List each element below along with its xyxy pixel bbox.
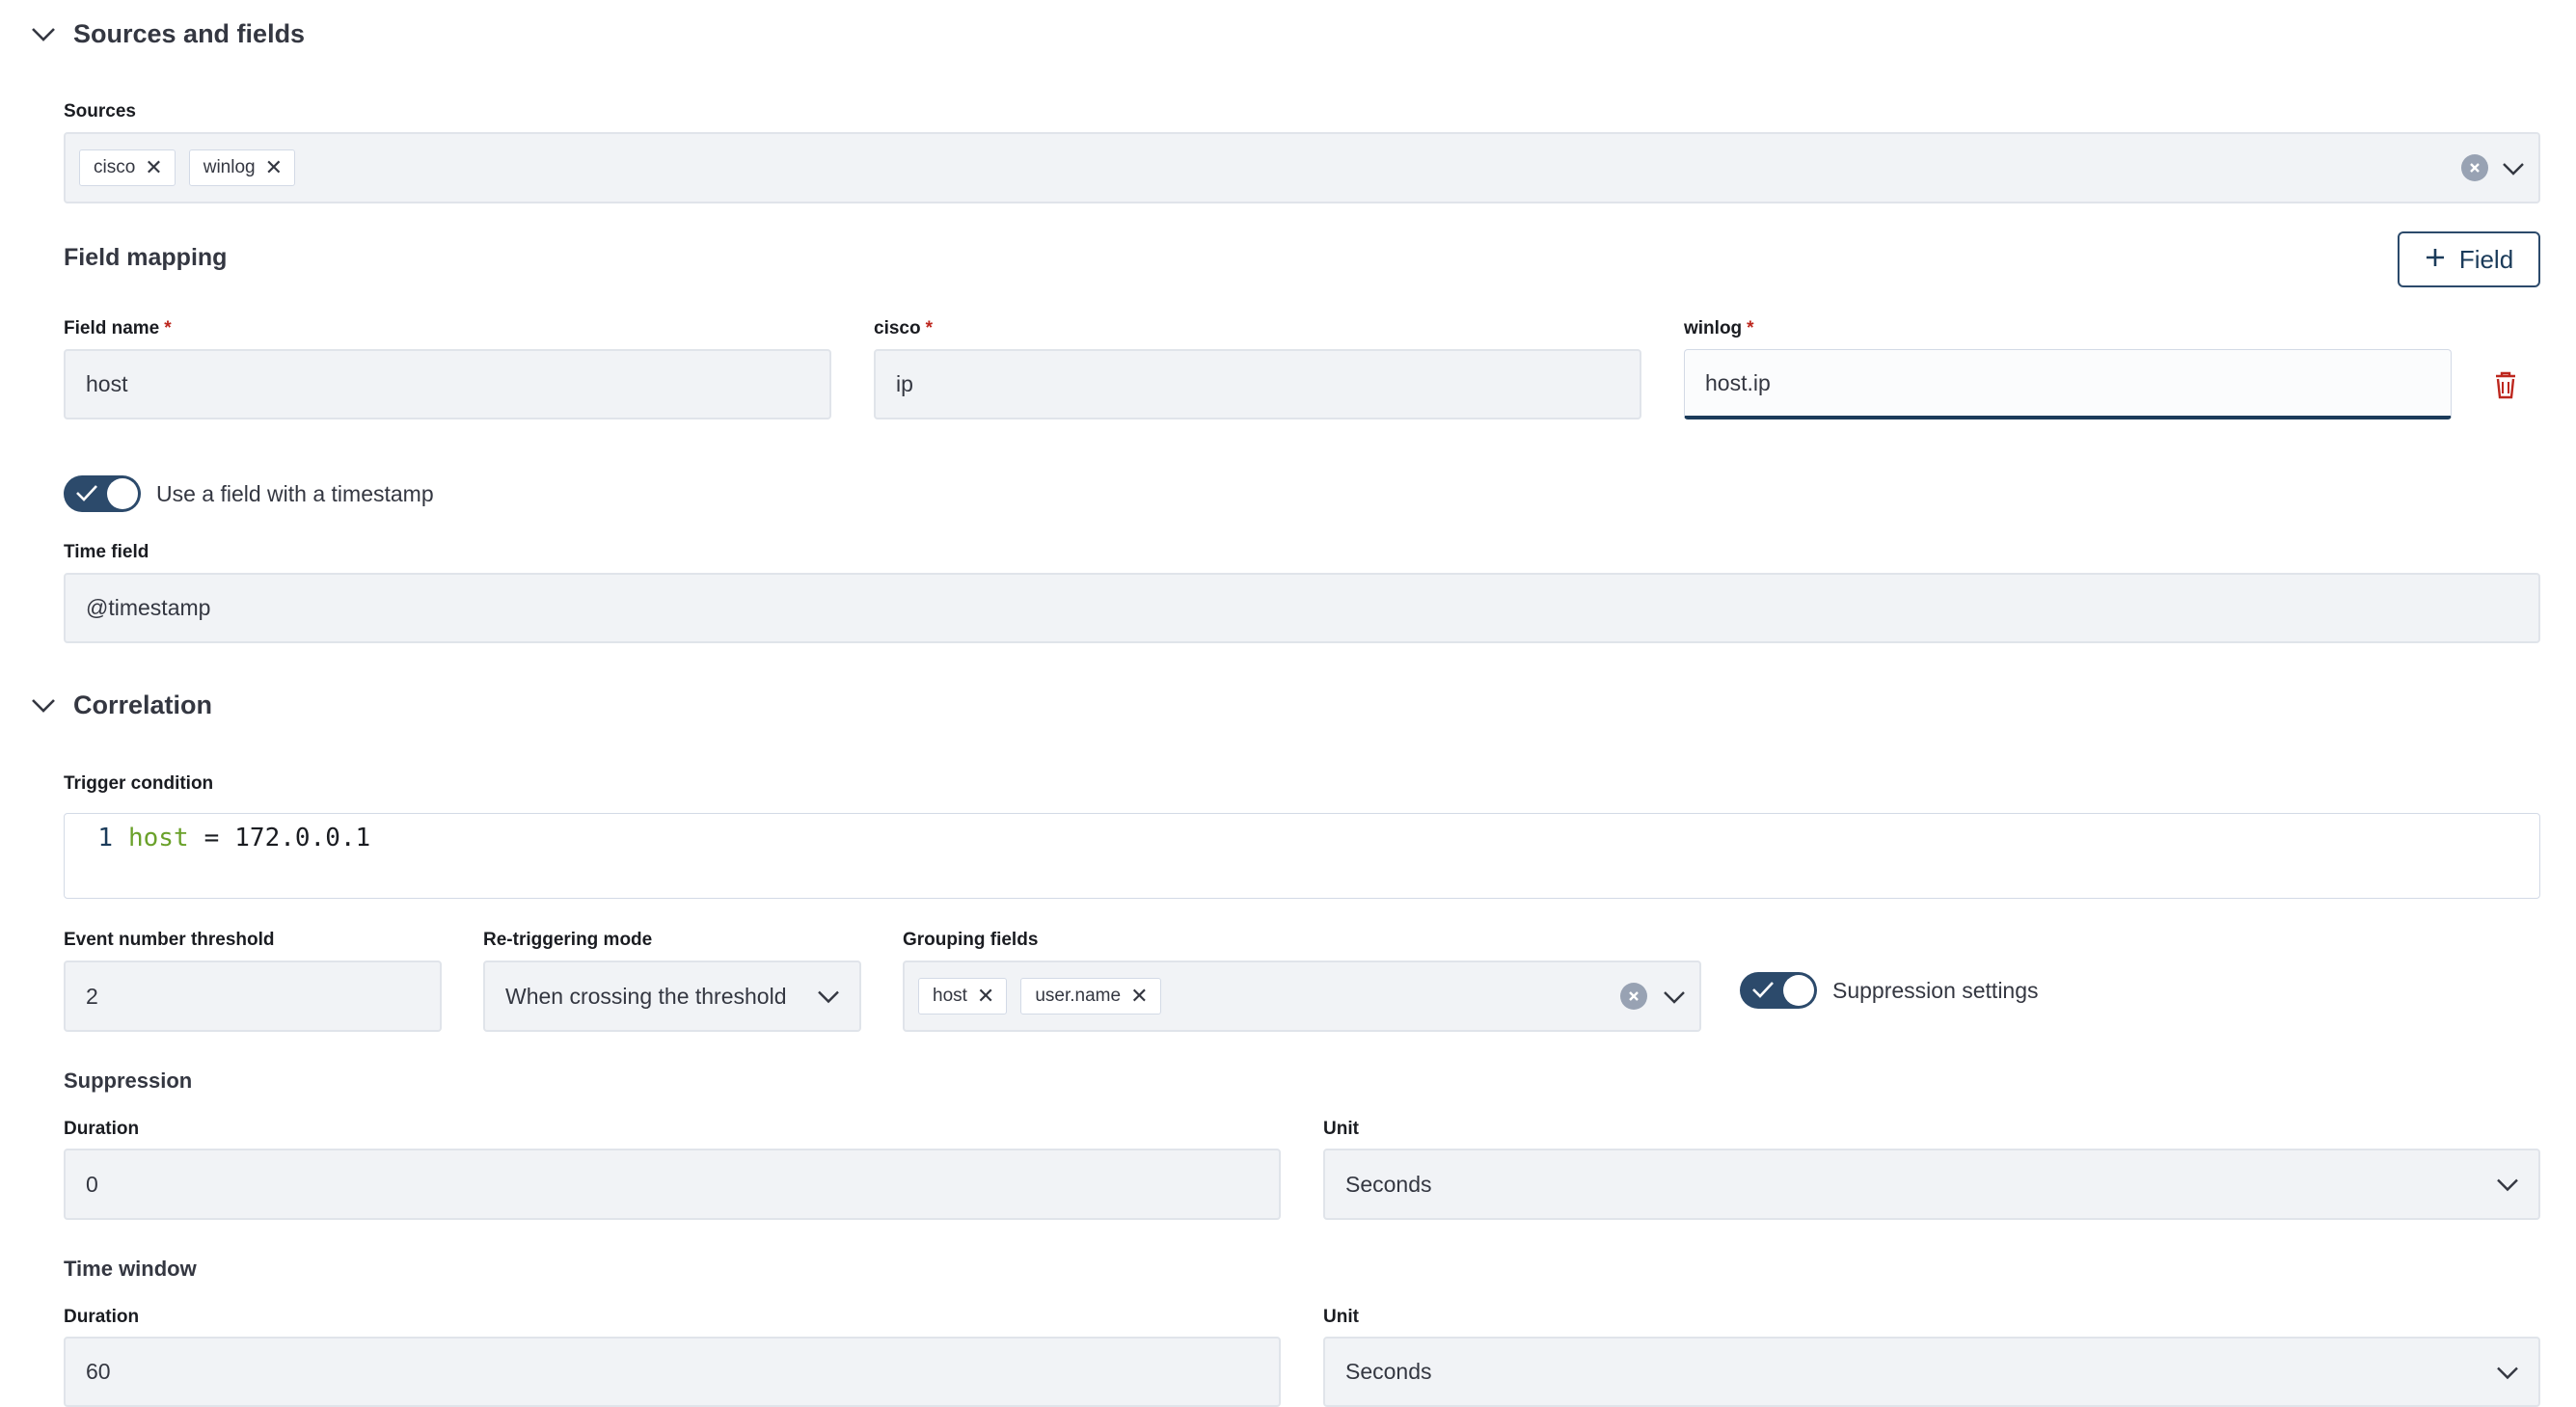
sources-combobox[interactable]: cisco ✕ winlog ✕: [64, 132, 2540, 203]
chevron-down-icon: [2496, 1172, 2519, 1198]
field-mapping-title: Field mapping: [64, 244, 228, 271]
time-field-value: @timestamp: [86, 595, 211, 620]
timestamp-toggle[interactable]: [64, 475, 141, 512]
trigger-condition-editor[interactable]: 1 host = 172.0.0.1: [64, 813, 2540, 899]
field-name-input[interactable]: host: [64, 349, 831, 419]
sources-section-title: Sources and fields: [73, 19, 306, 48]
correlation-section-header[interactable]: Correlation: [29, 690, 212, 720]
suppression-duration-label: Duration: [64, 1119, 140, 1139]
time-window-title: Time window: [64, 1257, 197, 1281]
timestamp-toggle-label: Use a field with a timestamp: [156, 480, 434, 506]
chevron-down-icon: [817, 984, 840, 1010]
source-tag-cisco: cisco ✕: [79, 149, 176, 186]
suppression-toggle-label: Suppression settings: [1832, 977, 2039, 1003]
suppression-unit-select[interactable]: Seconds: [1323, 1149, 2540, 1220]
grouping-tag-label: user.name: [1035, 986, 1122, 1006]
code-field: host: [128, 824, 189, 852]
cisco-label: cisco *: [874, 318, 933, 338]
chevron-down-icon: [2496, 1359, 2519, 1385]
retrigger-select[interactable]: When crossing the threshold: [483, 961, 861, 1032]
grouping-tag-user-name: user.name ✕: [1020, 978, 1161, 1015]
grouping-tag-host: host ✕: [918, 978, 1008, 1015]
remove-tag-icon[interactable]: ✕: [977, 986, 994, 1007]
remove-tag-icon[interactable]: ✕: [145, 157, 162, 178]
grouping-fields-combobox[interactable]: host ✕ user.name ✕: [903, 961, 1701, 1032]
remove-tag-icon[interactable]: ✕: [1130, 986, 1148, 1007]
source-tag-winlog: winlog ✕: [188, 149, 296, 186]
trash-icon[interactable]: [2492, 369, 2519, 405]
retrigger-label: Re-triggering mode: [483, 930, 653, 950]
suppression-toggle[interactable]: [1740, 972, 1817, 1009]
time-window-unit-select[interactable]: Seconds: [1323, 1337, 2540, 1407]
time-field-input[interactable]: @timestamp: [64, 573, 2540, 643]
field-name-label: Field name *: [64, 318, 172, 338]
cisco-field-input[interactable]: ip: [874, 349, 1641, 419]
code-value: 172.0.0.1: [234, 824, 371, 852]
winlog-label: winlog *: [1684, 318, 1754, 338]
time-window-unit-value: Seconds: [1345, 1359, 1432, 1384]
add-field-button[interactable]: Field: [2398, 231, 2540, 287]
clear-icon[interactable]: [2461, 154, 2488, 181]
plus-icon: [2425, 245, 2446, 275]
time-window-duration-label: Duration: [64, 1307, 140, 1327]
source-tag-label: cisco: [94, 157, 136, 177]
chevron-down-icon[interactable]: [29, 20, 58, 49]
event-threshold-input[interactable]: 2: [64, 961, 442, 1032]
event-threshold-label: Event number threshold: [64, 930, 275, 950]
sources-section-header[interactable]: Sources and fields: [29, 19, 305, 49]
line-number: 1: [97, 824, 113, 852]
winlog-field-value: host.ip: [1705, 369, 1771, 395]
chevron-down-icon[interactable]: [1663, 984, 1686, 1010]
code-operator: =: [203, 824, 220, 852]
suppression-unit-label: Unit: [1323, 1119, 1359, 1139]
time-window-duration-input[interactable]: 60: [64, 1337, 1281, 1407]
suppression-title: Suppression: [64, 1069, 193, 1093]
trigger-condition-label: Trigger condition: [64, 773, 214, 794]
timestamp-toggle-row: Use a field with a timestamp: [64, 475, 434, 512]
clear-icon[interactable]: [1620, 983, 1647, 1010]
retrigger-value: When crossing the threshold: [505, 983, 787, 1009]
suppression-duration-input[interactable]: 0: [64, 1149, 1281, 1220]
correlation-section-title: Correlation: [73, 690, 213, 719]
suppression-unit-value: Seconds: [1345, 1171, 1432, 1197]
remove-tag-icon[interactable]: ✕: [265, 157, 283, 178]
event-threshold-value: 2: [86, 983, 98, 1009]
chevron-down-icon[interactable]: [29, 691, 58, 720]
time-field-label: Time field: [64, 542, 149, 562]
winlog-field-input[interactable]: host.ip: [1684, 349, 2452, 419]
field-name-value: host: [86, 371, 128, 396]
cisco-field-value: ip: [896, 371, 913, 396]
source-tag-label: winlog: [203, 157, 256, 177]
time-window-unit-label: Unit: [1323, 1307, 1359, 1327]
chevron-down-icon[interactable]: [2502, 155, 2525, 181]
grouping-tag-label: host: [933, 986, 967, 1006]
grouping-fields-label: Grouping fields: [903, 930, 1039, 950]
time-window-duration-value: 60: [86, 1359, 111, 1384]
add-field-label: Field: [2458, 244, 2514, 274]
sources-label: Sources: [64, 101, 136, 122]
suppression-duration-value: 0: [86, 1171, 98, 1197]
suppression-toggle-row: Suppression settings: [1740, 972, 2039, 1009]
